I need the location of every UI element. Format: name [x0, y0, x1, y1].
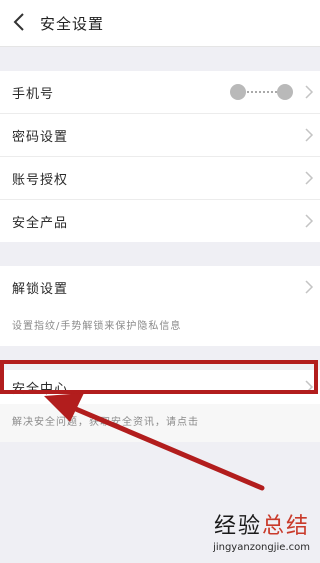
account-authorization-row[interactable]: 账号授权 [0, 157, 320, 200]
chevron-right-icon [305, 171, 314, 185]
account-settings-group: 手机号 密码设置 账号授权 安全产品 [0, 71, 320, 242]
chevron-right-icon [305, 280, 314, 294]
security-center-hint: 解决安全问题，获取安全资讯，请点击 [0, 404, 320, 442]
watermark: 经验总结 jingyanzongjie.com [213, 508, 310, 553]
security-center-group: 安全中心 解决安全问题，获取安全资讯，请点击 [0, 370, 320, 442]
unlock-settings-group: 解锁设置 设置指纹/手势解锁来保护隐私信息 [0, 266, 320, 346]
watermark-url: jingyanzongjie.com [213, 542, 310, 553]
phone-label: 手机号 [12, 87, 55, 102]
phone-toggle[interactable] [229, 81, 297, 103]
security-products-row[interactable]: 安全产品 [0, 200, 320, 242]
unlock-settings-label: 解锁设置 [12, 282, 69, 297]
chevron-right-icon [305, 128, 314, 142]
watermark-brand-part1: 经验 [213, 514, 262, 539]
watermark-brand: 经验总结 [213, 508, 310, 540]
top-bar: 安全设置 [0, 0, 320, 47]
phone-row[interactable]: 手机号 [0, 71, 320, 114]
password-label: 密码设置 [12, 130, 69, 145]
unlock-settings-row[interactable]: 解锁设置 [0, 266, 320, 308]
security-products-label: 安全产品 [12, 216, 69, 231]
security-center-label: 安全中心 [12, 382, 69, 397]
page-title: 安全设置 [40, 15, 105, 33]
chevron-right-icon [305, 214, 314, 228]
watermark-brand-part2: 总结 [261, 514, 310, 539]
chevron-right-icon [305, 380, 314, 394]
password-row[interactable]: 密码设置 [0, 114, 320, 157]
account-authorization-label: 账号授权 [12, 173, 69, 188]
chevron-right-icon [305, 85, 314, 99]
back-arrow-icon[interactable] [8, 10, 32, 34]
unlock-settings-hint: 设置指纹/手势解锁来保护隐私信息 [0, 308, 320, 346]
security-center-row[interactable]: 安全中心 [0, 370, 320, 404]
